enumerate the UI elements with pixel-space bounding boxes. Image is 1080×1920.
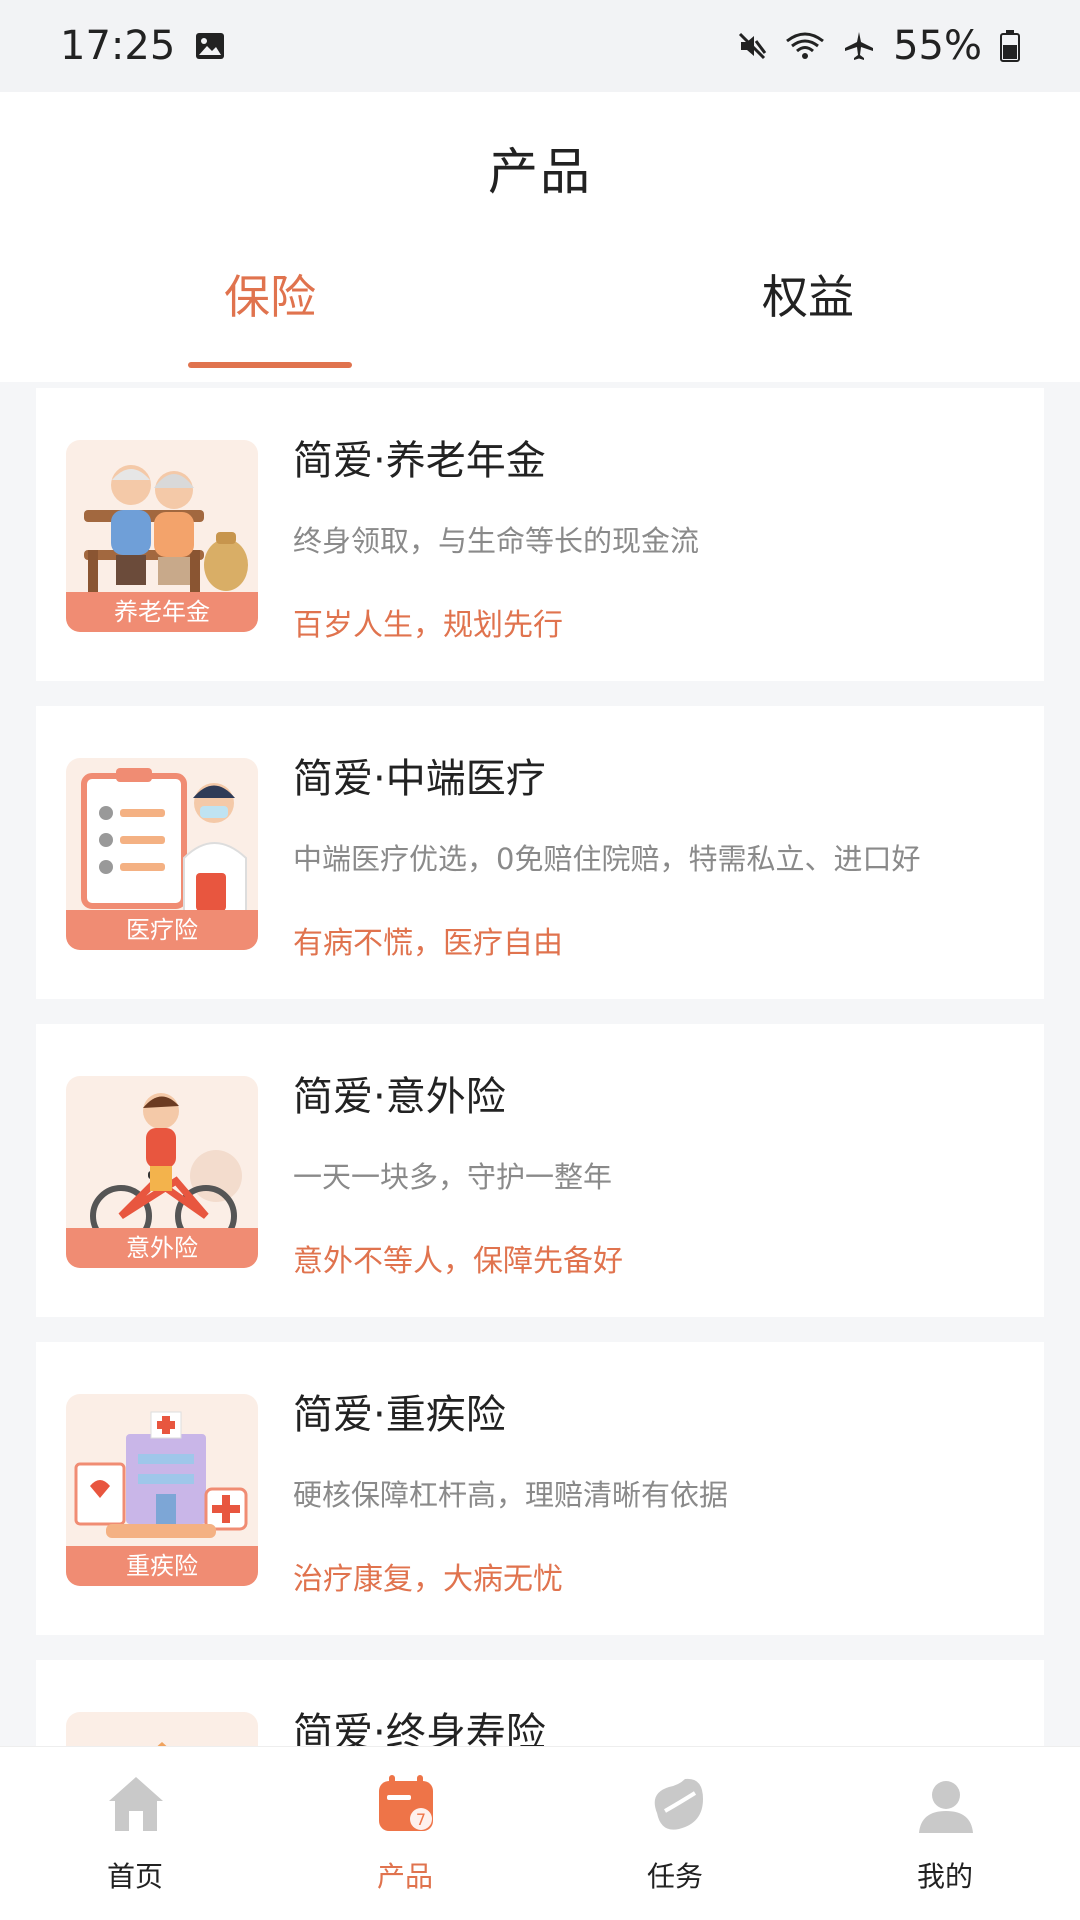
nav-label: 首页	[106, 1860, 163, 1893]
product-list: 养老年金 简爱·养老年金 终身领取，与生命等长的现金流 百岁人生，规划先行 医疗…	[36, 388, 1044, 1920]
product-title: 简爱·中端医疗	[293, 756, 546, 802]
hospital-image: 重疾险	[66, 1394, 258, 1586]
product-slogan: 有病不慌，医疗自由	[293, 926, 563, 961]
doctor-image: 医疗险	[66, 758, 258, 950]
product-slogan: 意外不等人，保障先备好	[293, 1244, 623, 1279]
product-slogan: 百岁人生，规划先行	[293, 608, 563, 643]
nav-label: 产品	[376, 1860, 433, 1893]
product-title: 简爱·重疾险	[293, 1392, 506, 1438]
wifi-icon	[786, 32, 825, 59]
elderly-couple-image: 养老年金	[66, 440, 258, 632]
product-card-critical-illness[interactable]: 重疾险 简爱·重疾险 硬核保障杠杆高，理赔清晰有依据 治疗康复，大病无忧	[36, 1342, 1044, 1635]
product-slogan: 治疗康复，大病无忧	[293, 1562, 563, 1597]
product-card-pension[interactable]: 养老年金 简爱·养老年金 终身领取，与生命等长的现金流 百岁人生，规划先行	[36, 388, 1044, 681]
mute-icon	[739, 32, 767, 60]
product-title: 简爱·意外险	[293, 1074, 506, 1120]
calendar-icon: 7	[379, 1775, 433, 1831]
svg-text:7: 7	[416, 1810, 426, 1829]
bean-icon	[654, 1778, 703, 1830]
active-tab-indicator	[188, 362, 352, 368]
product-badge: 意外险	[66, 1228, 258, 1268]
battery-icon	[1000, 30, 1020, 62]
status-left: 17:25	[60, 23, 225, 69]
product-description: 一天一块多，守护一整年	[293, 1160, 613, 1194]
battery-level: 55%	[893, 23, 982, 69]
product-screen: 17:25 55% 产品 保险 权益 养老年金 简爱·养老年金 终身领取，与生命…	[0, 0, 1080, 1920]
image-icon	[196, 33, 225, 59]
header: 产品 保险 权益	[0, 92, 1080, 382]
product-badge: 重疾险	[66, 1546, 258, 1586]
nav-tasks[interactable]: 任务	[540, 1747, 810, 1920]
nav-home[interactable]: 首页	[0, 1747, 270, 1920]
status-bar: 17:25 55%	[0, 0, 1080, 92]
status-right: 55%	[737, 23, 1020, 69]
product-badge: 医疗险	[66, 910, 258, 950]
product-card-medical[interactable]: 医疗险 简爱·中端医疗 中端医疗优选，0免赔住院赔，特需私立、进口好 有病不慌，…	[36, 706, 1044, 999]
product-card-accident[interactable]: 意外险 简爱·意外险 一天一块多，守护一整年 意外不等人，保障先备好	[36, 1024, 1044, 1317]
tab-rights[interactable]: 权益	[658, 267, 958, 382]
airplane-icon	[845, 32, 874, 60]
bottom-nav: 首页 7 产品 任务 我的	[0, 1746, 1080, 1920]
page-title: 产品	[488, 143, 592, 201]
product-badge: 养老年金	[66, 592, 258, 632]
product-description: 硬核保障杠杆高，理赔清晰有依据	[293, 1478, 729, 1512]
product-description: 终身领取，与生命等长的现金流	[293, 524, 700, 558]
product-title: 简爱·养老年金	[293, 438, 546, 484]
nav-products[interactable]: 7 产品	[270, 1747, 540, 1920]
user-icon	[919, 1781, 973, 1833]
status-time: 17:25	[60, 23, 176, 69]
child-bicycle-image: 意外险	[66, 1076, 258, 1268]
nav-label: 我的	[916, 1860, 973, 1893]
product-description: 中端医疗优选，0免赔住院赔，特需私立、进口好	[293, 842, 921, 876]
nav-label: 任务	[646, 1860, 703, 1893]
nav-mine[interactable]: 我的	[810, 1747, 1080, 1920]
home-icon	[109, 1777, 163, 1831]
tab-bar: 保险 权益	[0, 267, 1080, 382]
